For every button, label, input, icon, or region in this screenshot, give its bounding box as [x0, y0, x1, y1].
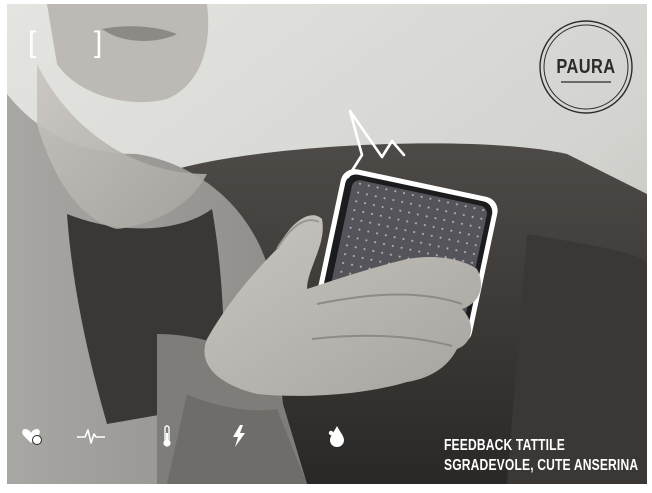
thermometer-icon	[163, 425, 171, 447]
heartbeat-line-icon	[77, 429, 105, 444]
drop-icon	[328, 426, 344, 447]
emotion-label: PAURA	[556, 56, 616, 78]
vibration-signal-icon	[346, 109, 406, 179]
feedback-caption: FEEDBACK TATTILE SGRADEVOLE, CUTE ANSERI…	[444, 436, 638, 476]
caption-line-2: SGRADEVOLE, CUTE ANSERINA	[444, 457, 639, 474]
heart-pulse-icon	[22, 429, 42, 445]
app-screen: [ ] PAURA FEEDBACK TATTILE SGRADEVOLE, C…	[0, 0, 652, 493]
lightning-icon	[233, 425, 245, 447]
viewfinder-right-bracket: ]	[94, 26, 103, 59]
viewfinder-left-bracket: [	[28, 26, 37, 59]
emotion-badge: PAURA	[537, 18, 635, 116]
caption-line-1: FEEDBACK TATTILE	[444, 437, 565, 454]
